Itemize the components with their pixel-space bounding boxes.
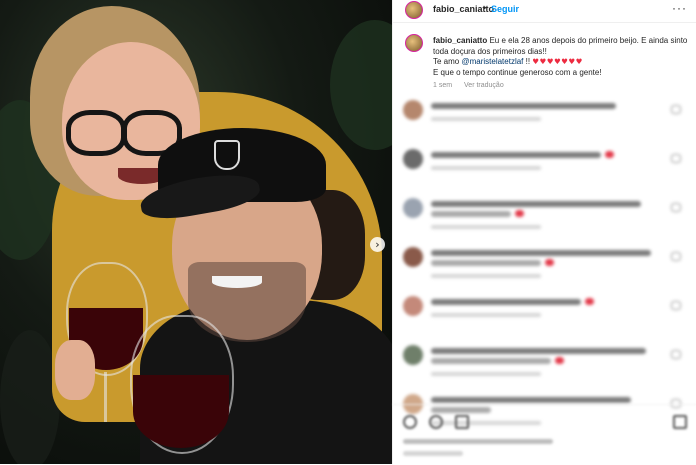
comment-meta	[431, 166, 541, 170]
cap-logo	[214, 140, 240, 170]
man-smile	[212, 276, 262, 288]
post-time: 1 sem	[433, 82, 453, 89]
heart-emojis: ♥♥♥♥♥♥♥	[532, 57, 583, 66]
comment-like-icon[interactable]	[671, 301, 681, 310]
post-date	[403, 451, 463, 456]
background-foliage	[0, 330, 60, 464]
caption-line-2-prefix: Te amo	[433, 57, 462, 66]
translate-link[interactable]: Ver tradução	[464, 82, 504, 89]
commenter-avatar[interactable]	[403, 100, 423, 120]
comment-text	[431, 152, 601, 158]
woman-hand	[55, 340, 95, 400]
comment-meta	[431, 117, 541, 121]
post-photo[interactable]: ›	[0, 0, 392, 464]
comment-icon[interactable]	[429, 415, 443, 429]
comment-text	[431, 348, 646, 354]
background-foliage	[330, 20, 392, 150]
comment-like-icon[interactable]	[671, 154, 681, 163]
post-panel: fabio_caniatto • Seguir ··· fabio_caniat…	[392, 0, 696, 464]
comment-meta	[431, 372, 541, 376]
caption-text: fabio_caniatto Eu e ela 28 anos depois d…	[433, 36, 691, 78]
comment-item	[403, 149, 683, 198]
comment-text	[431, 260, 541, 266]
caption-username[interactable]: fabio_caniatto	[433, 36, 487, 45]
heart-emoji-icon	[555, 357, 564, 364]
caption-line-2-suffix: !!	[523, 57, 533, 66]
heart-emoji-icon	[545, 259, 554, 266]
follow-button[interactable]: Seguir	[491, 4, 519, 14]
post-header: fabio_caniatto • Seguir ···	[393, 0, 696, 23]
next-photo-button[interactable]: ›	[370, 237, 385, 252]
comment-item	[403, 345, 683, 394]
post-actions-bar	[393, 404, 696, 465]
likes-summary	[403, 439, 553, 444]
commenter-avatar[interactable]	[403, 247, 423, 267]
comment-text	[431, 397, 631, 403]
like-icon[interactable]	[403, 415, 417, 429]
more-options-icon[interactable]: ···	[672, 1, 687, 15]
comment-item	[403, 296, 683, 345]
comment-item	[403, 247, 683, 296]
share-icon[interactable]	[455, 415, 469, 429]
comment-like-icon[interactable]	[671, 105, 681, 114]
comment-meta	[431, 274, 541, 278]
caption-meta: 1 sem Ver tradução	[433, 82, 514, 89]
comment-like-icon[interactable]	[671, 252, 681, 261]
comment-text	[431, 358, 551, 364]
commenter-avatar[interactable]	[403, 149, 423, 169]
comment-text	[431, 250, 651, 256]
caption-mention-link[interactable]: @maristelatetzlaf	[461, 57, 523, 66]
comment-item	[403, 198, 683, 247]
author-avatar[interactable]	[405, 1, 423, 19]
comment-meta	[431, 313, 541, 317]
comment-text	[431, 103, 616, 109]
heart-emoji-icon	[605, 151, 614, 158]
comment-text	[431, 211, 511, 217]
comment-item	[403, 100, 683, 149]
comments-list	[403, 100, 683, 443]
comment-like-icon[interactable]	[671, 350, 681, 359]
caption-line-3: E que o tempo continue generoso com a ge…	[433, 67, 602, 77]
heart-emoji-icon	[515, 210, 524, 217]
comment-text	[431, 299, 581, 305]
glass-stem	[104, 372, 107, 422]
caption-avatar[interactable]	[405, 34, 423, 52]
heart-emoji-icon	[585, 298, 594, 305]
bookmark-icon[interactable]	[673, 415, 687, 429]
wine	[133, 375, 229, 448]
chevron-right-icon: ›	[375, 238, 380, 251]
comment-like-icon[interactable]	[671, 203, 681, 212]
commenter-avatar[interactable]	[403, 198, 423, 218]
commenter-avatar[interactable]	[403, 345, 423, 365]
comment-meta	[431, 225, 541, 229]
comment-text	[431, 201, 641, 207]
commenter-avatar[interactable]	[403, 296, 423, 316]
glasses	[66, 110, 126, 156]
separator-dot: •	[483, 3, 487, 13]
